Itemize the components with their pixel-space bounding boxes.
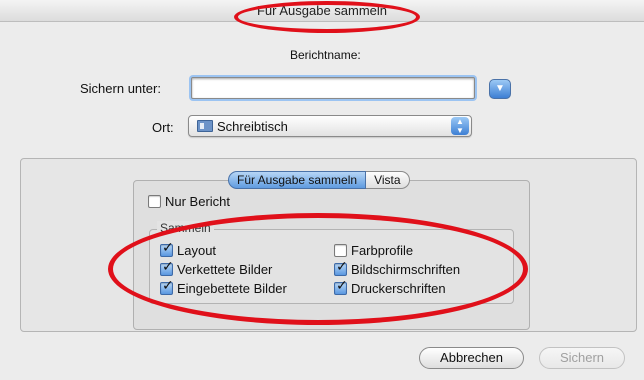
- linked-images-label: Verkettete Bilder: [177, 262, 273, 277]
- collect-group-title: Sammeln: [157, 221, 214, 235]
- printer-fonts-label: Druckerschriften: [351, 281, 446, 296]
- printer-fonts-checkbox[interactable]: ✓ Druckerschriften: [334, 277, 446, 296]
- checkbox-box: [148, 195, 161, 208]
- checkmark-icon: ✓: [162, 258, 174, 274]
- checkmark-icon: ✓: [162, 239, 174, 255]
- tab-vista[interactable]: Vista: [366, 171, 410, 189]
- save-button[interactable]: Sichern: [539, 347, 625, 369]
- report-only-label: Nur Bericht: [165, 194, 231, 209]
- tab-bar: Für Ausgabe sammeln Vista: [228, 171, 410, 189]
- window-title: Für Ausgabe sammeln: [256, 3, 388, 18]
- embedded-images-checkbox[interactable]: ✓ Eingebettete Bilder: [160, 277, 287, 296]
- color-profiles-label: Farbprofile: [351, 243, 414, 258]
- layout-checkbox[interactable]: ✓ Layout: [160, 239, 217, 258]
- report-only-checkbox[interactable]: Nur Bericht: [148, 194, 230, 209]
- location-label: Ort:: [152, 120, 174, 135]
- checkmark-icon: ✓: [336, 277, 348, 293]
- checkbox-box: ✓: [160, 258, 174, 276]
- checkbox-box: ✓: [334, 277, 348, 295]
- expand-dialog-button[interactable]: ▼: [489, 79, 511, 99]
- tab-collect-for-output[interactable]: Für Ausgabe sammeln: [228, 171, 367, 189]
- save-as-field[interactable]: [191, 77, 475, 99]
- screen-fonts-label: Bildschirmschriften: [351, 262, 461, 277]
- linked-images-checkbox[interactable]: ✓ Verkettete Bilder: [160, 258, 273, 277]
- triangle-down-icon: ▼: [495, 83, 505, 94]
- window-titlebar: Für Ausgabe sammeln: [0, 0, 644, 22]
- save-as-label: Sichern unter:: [80, 81, 161, 96]
- location-value: Schreibtisch: [217, 119, 288, 134]
- embedded-images-label: Eingebettete Bilder: [177, 281, 287, 296]
- screen-fonts-checkbox[interactable]: ✓ Bildschirmschriften: [334, 258, 461, 277]
- report-name-label: Berichtname:: [290, 48, 361, 62]
- layout-label: Layout: [177, 243, 217, 258]
- location-popup[interactable]: Schreibtisch ▲ ▼: [188, 115, 472, 137]
- checkbox-box: [334, 244, 347, 257]
- color-profiles-checkbox[interactable]: Farbprofile: [334, 243, 413, 258]
- checkbox-box: ✓: [160, 239, 174, 257]
- cancel-button[interactable]: Abbrechen: [419, 347, 524, 369]
- checkbox-box: ✓: [334, 258, 348, 276]
- checkmark-icon: ✓: [336, 258, 348, 274]
- checkmark-icon: ✓: [162, 277, 174, 293]
- folder-icon: [197, 120, 213, 132]
- checkbox-box: ✓: [160, 277, 174, 295]
- up-down-arrows-icon: ▲ ▼: [451, 117, 469, 135]
